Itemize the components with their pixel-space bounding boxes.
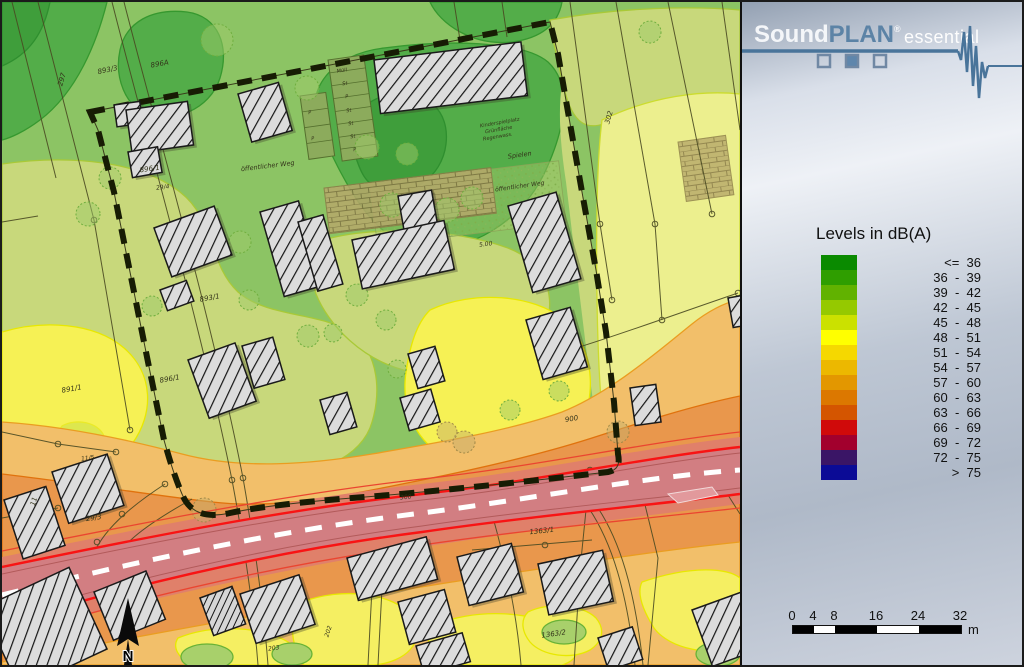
brick-patch	[678, 135, 734, 201]
legend-range-label: 54 - 57	[857, 360, 981, 375]
legend-swatch	[821, 450, 857, 465]
scale-segment	[919, 626, 961, 633]
legend-swatch	[821, 465, 857, 480]
scale-tick-label: 24	[911, 608, 925, 623]
legend-range-label: 48 - 51	[857, 330, 981, 345]
legend-range-label: > 75	[857, 465, 981, 480]
legend-range-label: <= 36	[857, 255, 981, 270]
scale-segment	[793, 626, 814, 633]
scale-tick-label: 0	[788, 608, 795, 623]
legend-range-label: 45 - 48	[857, 315, 981, 330]
north-label: N	[123, 648, 134, 665]
logo-square-1-icon	[818, 55, 830, 67]
legend-title: Levels in dB(A)	[816, 224, 1022, 244]
legend-row: 42 - 45	[821, 300, 981, 315]
scale-bar-segments	[792, 625, 962, 634]
legend-row: 72 - 75	[821, 450, 981, 465]
legend-swatch	[821, 330, 857, 345]
legend-row: 60 - 63	[821, 390, 981, 405]
scale-bar-unit: m	[968, 622, 979, 637]
legend-range-label: 39 - 42	[857, 285, 981, 300]
scale-tick-label: 8	[830, 608, 837, 623]
scale-tick-label: 32	[953, 608, 967, 623]
scale-segment	[814, 626, 835, 633]
noise-map-svg: 297893/3896A896/129/4öffentlicher WegKin…	[2, 2, 740, 665]
legend-swatch	[821, 375, 857, 390]
legend-swatch	[821, 255, 857, 270]
map-parcel-label: 300	[400, 494, 412, 502]
legend-rows: <= 3636 - 3939 - 4242 - 4545 - 4848 - 51…	[820, 254, 982, 481]
legend-swatch	[821, 285, 857, 300]
noise-map-canvas: 297893/3896A896/129/4öffentlicher WegKin…	[2, 2, 742, 665]
legend-range-label: 66 - 69	[857, 420, 981, 435]
legend-row: 66 - 69	[821, 420, 981, 435]
svg-text:SoundPLAN®: SoundPLAN®	[754, 21, 901, 48]
logo-square-3-icon	[874, 55, 886, 67]
legend-swatch	[821, 435, 857, 450]
legend-row: 69 - 72	[821, 435, 981, 450]
logo-brand-part1: Sound	[754, 21, 829, 48]
legend-swatch	[821, 360, 857, 375]
legend-range-label: 57 - 60	[857, 375, 981, 390]
legend-range-label: 72 - 75	[857, 450, 981, 465]
legend-row: 63 - 66	[821, 405, 981, 420]
legend-swatch	[821, 270, 857, 285]
noise-level-legend: Levels in dB(A) <= 3636 - 3939 - 4242 - …	[742, 224, 1022, 481]
legend-row: 51 - 54	[821, 345, 981, 360]
legend-row: 36 - 39	[821, 270, 981, 285]
soundplan-logo: SoundPLAN® essential	[742, 2, 1022, 112]
legend-row: 54 - 57	[821, 360, 981, 375]
legend-row: <= 36	[821, 255, 981, 270]
legend-range-label: 69 - 72	[857, 435, 981, 450]
legend-range-label: 36 - 39	[857, 270, 981, 285]
scale-segment	[835, 626, 877, 633]
legend-swatch	[821, 390, 857, 405]
scale-bar: 048162432 m	[792, 608, 992, 648]
legend-row: 39 - 42	[821, 285, 981, 300]
scale-tick-label: 16	[869, 608, 883, 623]
legend-swatch	[821, 345, 857, 360]
legend-row: > 75	[821, 465, 981, 480]
scale-segment	[877, 626, 919, 633]
soundplan-essential-window: 297893/3896A896/129/4öffentlicher WegKin…	[0, 0, 1024, 667]
logo-brand-part2: PLAN	[829, 21, 894, 48]
logo-square-2-icon	[846, 55, 858, 67]
legend-range-label: 63 - 66	[857, 405, 981, 420]
sidebar-panel: SoundPLAN® essential Levels in dB(A) <= …	[742, 2, 1022, 665]
legend-range-label: 42 - 45	[857, 300, 981, 315]
legend-row: 57 - 60	[821, 375, 981, 390]
legend-row: 48 - 51	[821, 330, 981, 345]
legend-swatch	[821, 300, 857, 315]
scale-bar-ticks: 048162432	[792, 608, 992, 622]
legend-swatch	[821, 420, 857, 435]
logo-registered-mark: ®	[894, 24, 901, 34]
legend-range-label: 51 - 54	[857, 345, 981, 360]
legend-swatch	[821, 405, 857, 420]
scale-tick-label: 4	[809, 608, 816, 623]
legend-range-label: 60 - 63	[857, 390, 981, 405]
legend-row: 45 - 48	[821, 315, 981, 330]
legend-swatch	[821, 315, 857, 330]
